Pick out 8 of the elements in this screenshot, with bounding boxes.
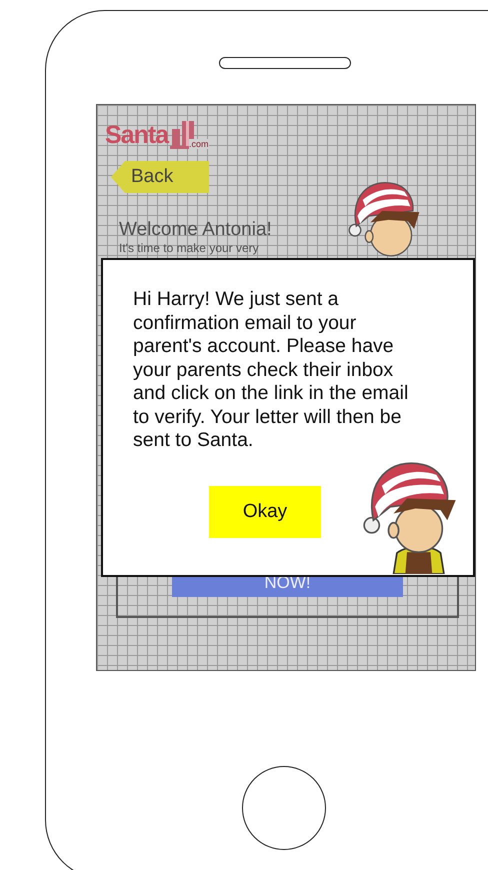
intro-text: It's time to make your very xyxy=(119,241,260,255)
okay-button[interactable]: Okay xyxy=(209,486,321,538)
back-button[interactable]: Back xyxy=(111,161,209,193)
logo-text: Santa xyxy=(105,121,168,149)
home-button[interactable] xyxy=(242,766,326,850)
welcome-heading: Welcome Antonia! xyxy=(119,219,273,241)
dialog-message: Hi Harry! We just sent a confirmation email to your parent's account. Please have your parents check their inbox and click on the link in the email to verify. Your letter will then be sent to Santa. xyxy=(133,288,410,452)
logo-suffix: .com xyxy=(189,139,209,149)
